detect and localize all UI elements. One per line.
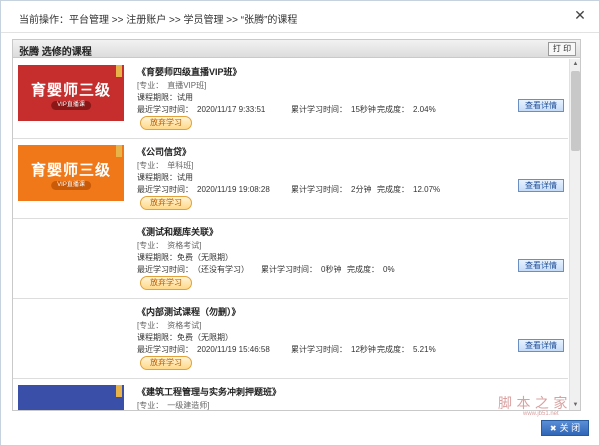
completion-rate: 完成度： 5.21% (377, 345, 436, 354)
course-item: 《内部测试课程（勿删）》 [专业： 资格考试] 课程期限：免费（无限期） 最近学… (13, 299, 568, 379)
bookmark-icon (116, 65, 122, 77)
close-icon: ✖ (549, 424, 557, 433)
course-period: 课程期限：免费（无限期） (137, 253, 233, 262)
view-details-button[interactable]: 查看详情 (518, 339, 564, 352)
course-period: 课程期限：试用 (137, 173, 193, 182)
last-study-time: 最近学习时间： 2020/11/19 15:46:58 (137, 345, 270, 354)
course-item: 《建筑工程管理与实务冲刺押题班》 [专业： 一级建造师] (13, 379, 568, 410)
breadcrumb: 当前操作：平台管理 >> 注册账户 >> 学员管理 >> “张腾”的课程 (19, 11, 297, 26)
completion-rate: 完成度： 0% (347, 265, 395, 274)
dialog-titlebar: 当前操作：平台管理 >> 注册账户 >> 学员管理 >> “张腾”的课程 ✕ (1, 1, 599, 33)
close-button-label: 关 闭 (559, 423, 581, 433)
thumbnail-title: 育婴师三级 (30, 82, 111, 99)
last-study-time: 最近学习时间： 2020/11/17 9:33:51 (137, 105, 266, 114)
course-period: 课程期限：免费（无限期） (137, 333, 233, 342)
panel-title: 张腾 选修的课程 (19, 47, 92, 58)
thumbnail-subtitle: VIP直播课 (51, 101, 91, 110)
course-thumbnail[interactable]: 育婴师三级 VIP直播课 (18, 145, 124, 201)
watermark-url: www.jb51.net (523, 411, 559, 417)
quit-course-button[interactable]: 放弃学习 (140, 116, 192, 130)
total-study-time: 累计学习时间： 0秒钟 (261, 265, 342, 274)
course-name: 《公司信贷》 (137, 147, 192, 157)
completion-rate: 完成度： 12.07% (377, 185, 441, 194)
panel-header: 张腾 选修的课程 打 印 (13, 40, 580, 58)
breadcrumb-prefix: 当前操作： (19, 15, 69, 26)
course-name: 《育婴师四级直播VIP班》 (137, 67, 242, 77)
completion-rate: 完成度： 2.04% (377, 105, 436, 114)
course-major: [专业： 直播VIP班] (137, 81, 207, 90)
breadcrumb-item-accounts[interactable]: 注册账户 (126, 15, 166, 26)
total-study-time: 累计学习时间： 15秒钟 (291, 105, 376, 114)
scroll-up-arrow-icon[interactable]: ▲ (571, 60, 580, 69)
breadcrumb-separator: >> (223, 15, 241, 26)
course-name: 《内部测试课程（勿删）》 (137, 307, 241, 317)
print-button[interactable]: 打 印 (548, 42, 576, 56)
breadcrumb-separator: >> (109, 15, 127, 26)
view-details-button[interactable]: 查看详情 (518, 259, 564, 272)
course-item: 育婴师三级 VIP直播课 《育婴师四级直播VIP班》 [专业： 直播VIP班] … (13, 59, 568, 139)
watermark-logo: 脚 本 之 家 (498, 396, 568, 412)
vertical-scrollbar[interactable]: ▲ ▼ (569, 59, 580, 410)
bookmark-icon (116, 385, 122, 397)
course-name: 《测试和题库关联》 (137, 227, 219, 237)
close-button[interactable]: ✖ 关 闭 (541, 420, 589, 436)
breadcrumb-item-platform[interactable]: 平台管理 (69, 15, 109, 26)
total-study-time: 累计学习时间： 2分钟 (291, 185, 372, 194)
close-icon[interactable]: ✕ (573, 8, 587, 22)
course-thumbnail[interactable]: 育婴师三级 VIP直播课 (18, 65, 124, 121)
last-study-time: 最近学习时间： （还没有学习） (137, 265, 249, 274)
course-major: [专业： 一级建造师] (137, 401, 210, 410)
bookmark-icon (116, 145, 122, 157)
courses-panel: 张腾 选修的课程 打 印 育婴师三级 VIP直播课 《育婴师四级直播VIP班》 … (12, 39, 581, 411)
quit-course-button[interactable]: 放弃学习 (140, 276, 192, 290)
thumbnail-subtitle: VIP直播课 (51, 181, 91, 190)
view-details-button[interactable]: 查看详情 (518, 99, 564, 112)
scrollbar-thumb[interactable] (571, 71, 580, 151)
course-list: 育婴师三级 VIP直播课 《育婴师四级直播VIP班》 [专业： 直播VIP班] … (13, 59, 568, 410)
thumbnail-title: 育婴师三级 (30, 162, 111, 179)
course-major: [专业： 单科班] (137, 161, 194, 170)
course-name: 《建筑工程管理与实务冲刺押题班》 (137, 387, 282, 397)
breadcrumb-separator: >> (166, 15, 184, 26)
scroll-down-arrow-icon[interactable]: ▼ (571, 401, 580, 410)
course-item: 《测试和题库关联》 [专业： 资格考试] 课程期限：免费（无限期） 最近学习时间… (13, 219, 568, 299)
course-major: [专业： 资格考试] (137, 321, 202, 330)
course-thumbnail[interactable] (18, 385, 124, 410)
breadcrumb-item-students[interactable]: 学员管理 (184, 15, 224, 26)
course-major: [专业： 资格考试] (137, 241, 202, 250)
total-study-time: 累计学习时间： 12秒钟 (291, 345, 376, 354)
quit-course-button[interactable]: 放弃学习 (140, 356, 192, 370)
course-item: 育婴师三级 VIP直播课 《公司信贷》 [专业： 单科班] 课程期限：试用 最近… (13, 139, 568, 219)
quit-course-button[interactable]: 放弃学习 (140, 196, 192, 210)
view-details-button[interactable]: 查看详情 (518, 179, 564, 192)
course-period: 课程期限：试用 (137, 93, 193, 102)
last-study-time: 最近学习时间： 2020/11/19 19:08:28 (137, 185, 270, 194)
breadcrumb-item-current: “张腾”的课程 (240, 15, 298, 26)
course-dialog: 当前操作：平台管理 >> 注册账户 >> 学员管理 >> “张腾”的课程 ✕ 张… (0, 0, 600, 446)
